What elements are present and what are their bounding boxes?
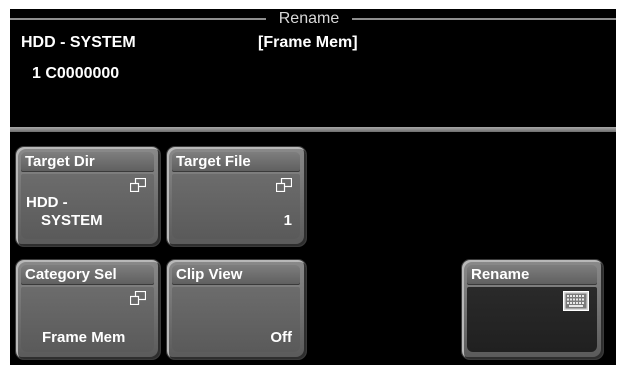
- clip-view-header: Clip View: [172, 265, 300, 285]
- target-file-header: Target File: [172, 152, 300, 172]
- category-sel-button[interactable]: Category Sel Frame Mem: [15, 259, 161, 360]
- target-file-value: 1: [283, 212, 292, 229]
- rename-body: [467, 287, 597, 352]
- target-dir-header: Target Dir: [21, 152, 154, 172]
- rename-header: Rename: [467, 265, 597, 285]
- device-label: HDD - SYSTEM: [21, 34, 136, 51]
- category-sel-label: Category Sel: [25, 266, 117, 283]
- clip-view-button[interactable]: Clip View Off: [166, 259, 307, 360]
- keyboard-icon: [563, 291, 589, 311]
- target-dir-label: Target Dir: [25, 153, 95, 170]
- popup-window-icon: [276, 178, 292, 192]
- target-dir-value-line2: SYSTEM: [41, 212, 103, 229]
- target-dir-button[interactable]: Target Dir HDD - SYSTEM: [15, 146, 161, 247]
- category-sel-header: Category Sel: [21, 265, 154, 285]
- window-title: Rename: [278, 10, 340, 27]
- rename-button[interactable]: Rename: [461, 259, 604, 360]
- target-file-label: Target File: [176, 153, 251, 170]
- rename-label: Rename: [471, 266, 530, 283]
- category-label: [Frame Mem]: [258, 34, 358, 51]
- target-file-body: 1: [172, 174, 300, 239]
- title-rule-right: [352, 18, 616, 20]
- clip-view-value: Off: [270, 329, 292, 346]
- target-dir-body: HDD - SYSTEM: [21, 174, 154, 239]
- target-dir-value-line1: HDD -: [26, 194, 68, 211]
- category-sel-value: Frame Mem: [42, 329, 126, 346]
- title-rule-left: [10, 18, 266, 20]
- popup-window-icon: [130, 291, 146, 305]
- panel-divider: [10, 127, 616, 132]
- popup-window-icon: [130, 178, 146, 192]
- target-file-button[interactable]: Target File 1: [166, 146, 307, 247]
- selected-item: 1 C0000000: [32, 65, 120, 82]
- clip-view-label: Clip View: [176, 266, 243, 283]
- rename-screen: Rename HDD - SYSTEM [Frame Mem] 1 C00000…: [10, 9, 616, 365]
- clip-view-body: Off: [172, 287, 300, 352]
- category-sel-body: Frame Mem: [21, 287, 154, 352]
